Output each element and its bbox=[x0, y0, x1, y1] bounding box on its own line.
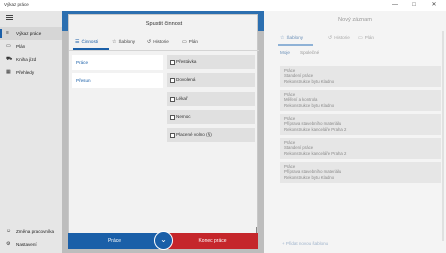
activity-placene-volno[interactable]: Placené volno (§) bbox=[167, 128, 255, 142]
tab-label: Činnosti bbox=[81, 39, 99, 44]
tab-sablony[interactable]: ☆ Šablony bbox=[280, 32, 303, 44]
sidebar-item-kniha-jizd[interactable]: ⛟ Kniha jízd bbox=[0, 53, 62, 66]
template-project: Rekonstrukce bytu Kladno bbox=[284, 79, 335, 85]
panel-title: Nový záznam bbox=[338, 17, 372, 23]
tab-label: Historie bbox=[153, 39, 169, 44]
tab-historie[interactable]: ↺ Historie bbox=[147, 36, 169, 48]
template-card[interactable]: Práce Měření a kontrola Rekonstrukce byt… bbox=[280, 90, 441, 111]
tab-label: Šablony bbox=[118, 39, 136, 44]
chevron-down-icon[interactable]: ⌄ bbox=[154, 231, 173, 250]
activity-label: Lékař bbox=[176, 96, 188, 101]
activity-prestavka[interactable]: Přestávka bbox=[167, 55, 255, 69]
selection-indicator bbox=[0, 29, 2, 38]
add-template-link[interactable]: + Přidat novou šablonu bbox=[282, 241, 328, 246]
start-activity-dialog: Spustit činnost ☰ Činnosti ☆ Šablony ↺ Hist… bbox=[68, 14, 259, 236]
tab-sablony[interactable]: ☆ Šablony bbox=[112, 36, 135, 48]
chart-icon: ▦ bbox=[6, 69, 11, 75]
template-card[interactable]: Práce Příprava stavebního materiálu Reko… bbox=[280, 114, 441, 135]
template-project: Rekonstrukce kanceláře Praha 2 bbox=[284, 151, 347, 157]
activity-label: Placené volno (§) bbox=[176, 132, 212, 137]
sidebar-item-nastaveni[interactable]: ⚙ Nastavení bbox=[0, 238, 62, 251]
minimize-icon[interactable]: — bbox=[386, 1, 404, 10]
category-prace[interactable]: Práce bbox=[72, 55, 163, 70]
new-record-panel: Nový záznam ☆ Šablony ↺ Historie ▭ Plán Moj… bbox=[264, 11, 446, 253]
gear-icon: ⚙ bbox=[6, 241, 11, 247]
checkbox-icon bbox=[170, 132, 175, 138]
template-card[interactable]: Práce Příprava stavebního materiálu Reko… bbox=[280, 162, 441, 183]
activity-nemoc[interactable]: Nemoc bbox=[167, 110, 255, 124]
sidebar-item-label: Nastavení bbox=[16, 242, 37, 247]
calendar-icon: ▭ bbox=[358, 35, 363, 41]
category-presun[interactable]: Přesun bbox=[72, 73, 163, 88]
star-icon: ☆ bbox=[280, 35, 285, 41]
activity-lekar[interactable]: Lékař bbox=[167, 92, 255, 106]
activity-dovolena[interactable]: Dovolená bbox=[167, 73, 255, 87]
tab-label: Historie bbox=[334, 35, 350, 40]
work-button[interactable]: Práce bbox=[68, 233, 161, 249]
tab-label: Plán bbox=[364, 35, 374, 40]
checkbox-icon bbox=[170, 96, 175, 102]
tab-cinnosti[interactable]: ☰ Činnosti bbox=[75, 36, 98, 48]
subtab-moje[interactable]: Moje bbox=[280, 50, 290, 55]
title-bar: Výkaz práce — □ ✕ bbox=[0, 0, 446, 11]
subtab-spolecne[interactable]: Společné bbox=[300, 50, 319, 55]
tab-plan[interactable]: ▭ Plán bbox=[358, 32, 374, 44]
history-icon: ↺ bbox=[328, 35, 333, 41]
maximize-icon[interactable]: □ bbox=[405, 1, 423, 10]
checkbox-icon bbox=[170, 59, 175, 65]
scrollbar[interactable] bbox=[442, 31, 444, 241]
sidebar-item-zmena-pracovnika[interactable]: ☺ Změna pracovníka bbox=[0, 225, 62, 238]
sidebar-item-vykaz-prace[interactable]: ≡ Výkaz práce bbox=[0, 27, 62, 40]
close-icon[interactable]: ✕ bbox=[425, 1, 443, 10]
checkbox-icon bbox=[170, 77, 175, 83]
activity-label: Dovolená bbox=[176, 77, 196, 82]
sidebar-item-label: Změna pracovníka bbox=[16, 229, 55, 234]
user-icon: ☺ bbox=[6, 228, 12, 234]
template-project: Rekonstrukce bytu Kladno bbox=[284, 103, 335, 109]
activity-label: Nemoc bbox=[176, 114, 191, 119]
window-title: Výkaz práce bbox=[4, 2, 29, 7]
sidebar-item-label: Plán bbox=[16, 44, 26, 49]
template-project: Rekonstrukce kanceláře Praha 2 bbox=[284, 127, 347, 133]
template-card[interactable]: Práce Standení práce Rekonstrukce kancel… bbox=[280, 138, 441, 159]
list-icon: ≡ bbox=[6, 30, 9, 36]
history-icon: ↺ bbox=[147, 39, 152, 45]
tab-label: Plán bbox=[188, 39, 198, 44]
tab-label: Šablony bbox=[286, 35, 304, 40]
sidebar-item-plan[interactable]: ▭ Plán bbox=[0, 40, 62, 53]
tab-historie[interactable]: ↺ Historie bbox=[328, 32, 350, 44]
activity-label: Přestávka bbox=[176, 59, 197, 64]
sidebar-item-label: Přehledy bbox=[16, 70, 35, 75]
sidebar-item-prehledy[interactable]: ▦ Přehledy bbox=[0, 66, 62, 79]
calendar-icon: ▭ bbox=[6, 43, 11, 49]
template-project: Rekonstrukce bytu Kladno bbox=[284, 175, 335, 181]
star-icon: ☆ bbox=[112, 39, 117, 45]
list-icon: ☰ bbox=[75, 39, 80, 45]
dialog-title: Spustit činnost bbox=[145, 21, 183, 27]
sidebar-item-label: Kniha jízd bbox=[16, 57, 37, 62]
checkbox-icon bbox=[170, 114, 175, 120]
hamburger-icon[interactable] bbox=[6, 15, 13, 20]
sidebar-item-label: Výkaz práce bbox=[16, 31, 42, 36]
template-card[interactable]: Práce Standení práce Rekonstrukce bytu K… bbox=[280, 66, 441, 87]
car-icon: ⛟ bbox=[6, 56, 13, 62]
active-tab-indicator bbox=[278, 44, 313, 46]
tab-plan[interactable]: ▭ Plán bbox=[182, 36, 198, 48]
end-work-button[interactable]: Konec práce bbox=[167, 233, 258, 249]
divider bbox=[69, 50, 259, 51]
calendar-icon: ▭ bbox=[182, 39, 187, 45]
